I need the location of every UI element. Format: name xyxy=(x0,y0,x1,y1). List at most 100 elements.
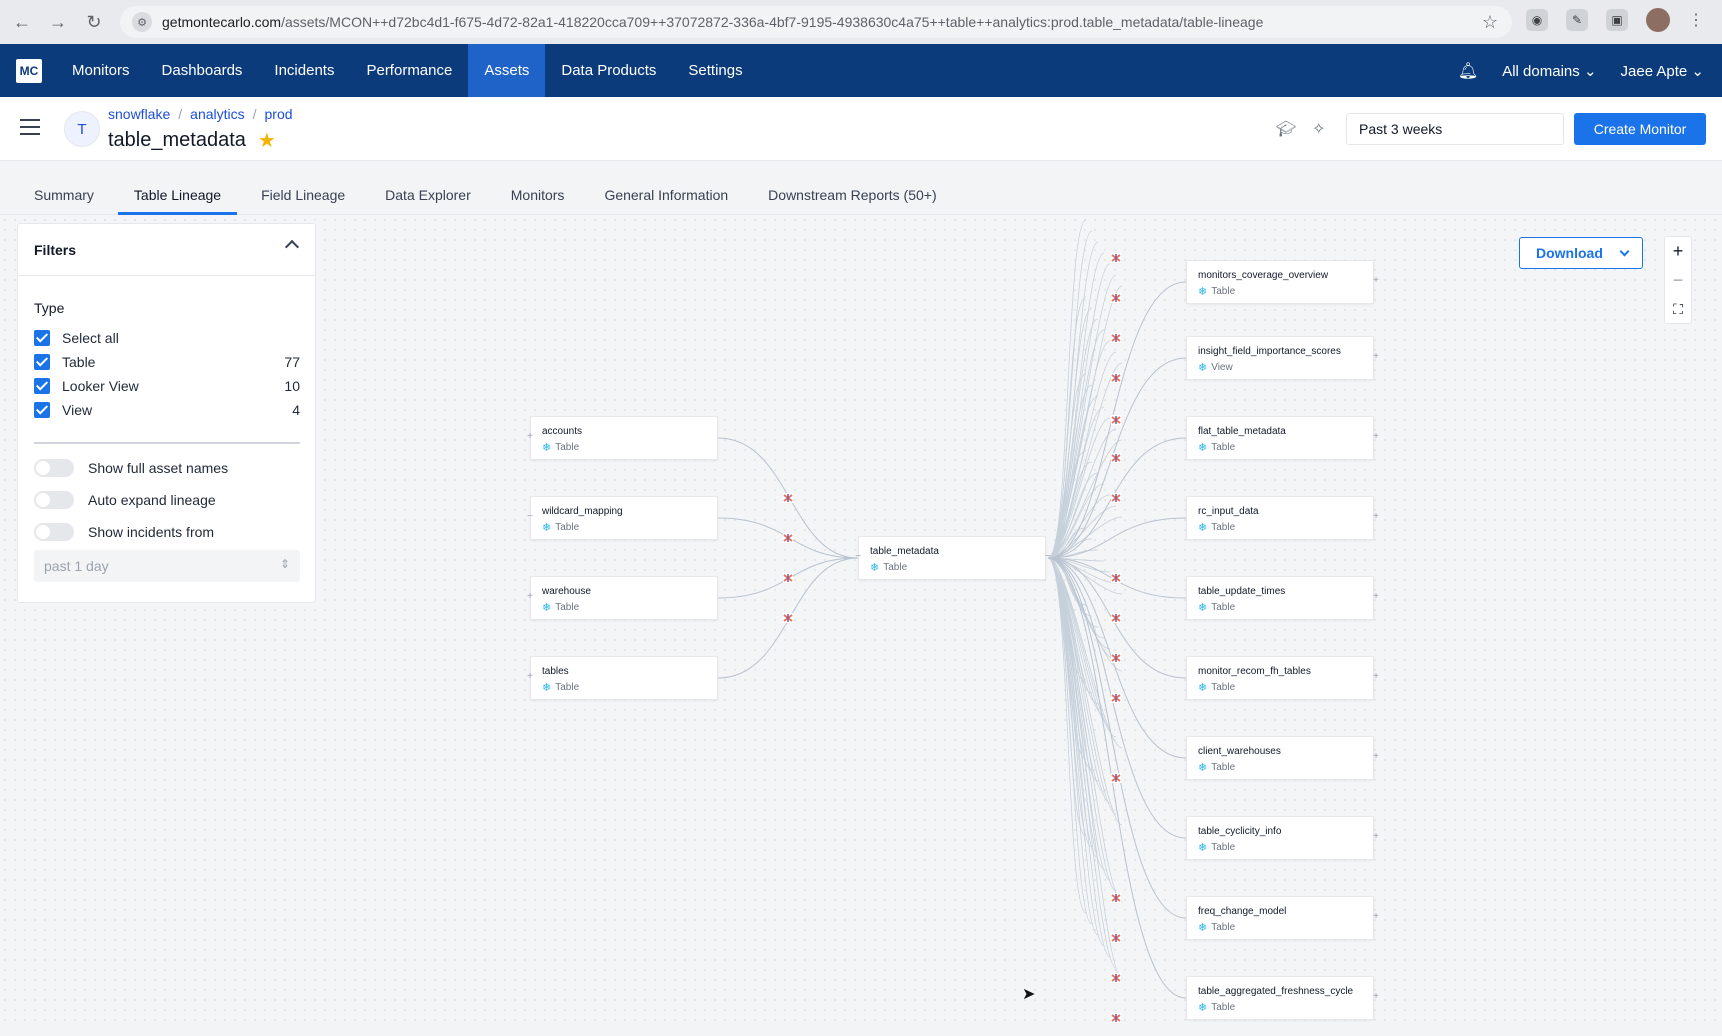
node-type: ❄ Table xyxy=(870,561,907,574)
lineage-edge xyxy=(1047,557,1123,980)
downstream-node[interactable]: + insight_field_importance_scores ❄ View xyxy=(1186,336,1379,380)
expand-plus-icon[interactable]: + xyxy=(1371,512,1381,522)
node-type: ❄ View xyxy=(1198,361,1233,374)
show-full-names-toggle[interactable] xyxy=(34,459,74,477)
downstream-node[interactable]: + table_cyclicity_info ❄ Table xyxy=(1186,816,1379,860)
downstream-node[interactable]: + rc_input_data ❄ Table xyxy=(1186,496,1379,540)
node-name: table_aggregated_freshness_cycle xyxy=(1198,986,1354,997)
dbt-icon xyxy=(1111,933,1121,943)
snowflake-icon: ❄ xyxy=(542,442,552,454)
node-type-label: Table xyxy=(1211,682,1236,693)
filter-looker-view[interactable]: Looker View 10 xyxy=(34,376,300,396)
select-arrows-icon: ⇕ xyxy=(279,557,290,571)
snowflake-icon: ❄ xyxy=(1198,842,1208,854)
lineage-edge xyxy=(1047,557,1105,793)
expand-plus-icon[interactable]: + xyxy=(1371,672,1381,682)
expand-plus-icon[interactable]: + xyxy=(1371,352,1381,362)
chevron-up-icon[interactable] xyxy=(284,239,300,255)
expand-plus-icon[interactable]: + xyxy=(1371,752,1381,762)
downstream-node[interactable]: + freq_change_model ❄ Table xyxy=(1186,896,1379,940)
checkbox-checked[interactable] xyxy=(34,378,50,394)
collapse-minus-icon[interactable]: − xyxy=(853,552,863,562)
node-name: client_warehouses xyxy=(1198,746,1281,757)
upstream-node[interactable]: + accounts ❄ Table xyxy=(527,416,718,460)
auto-expand-toggle[interactable] xyxy=(34,491,74,509)
downstream-node[interactable]: + monitor_recom_fh_tables ❄ Table xyxy=(1186,656,1379,700)
expand-plus-icon[interactable]: + xyxy=(1371,592,1381,602)
dbt-icon xyxy=(783,573,793,583)
fit-view-icon[interactable]: ⛶ xyxy=(1665,295,1691,324)
node-name: flat_table_metadata xyxy=(1198,426,1286,437)
show-incidents-toggle[interactable] xyxy=(34,523,74,541)
center-node[interactable]: − − table_metadata ❄ Table xyxy=(855,536,1051,580)
downstream-node[interactable]: + client_warehouses ❄ Table xyxy=(1186,736,1379,780)
expand-plus-icon[interactable]: + xyxy=(525,672,535,682)
dbt-icon xyxy=(1111,773,1121,783)
node-type: ❄ Table xyxy=(542,521,579,534)
dbt-icon xyxy=(1111,1013,1121,1023)
node-name: table_cyclicity_info xyxy=(1198,826,1282,837)
filter-count: 10 xyxy=(284,378,300,394)
snowflake-icon: ❄ xyxy=(542,602,552,614)
filter-view[interactable]: View 4 xyxy=(34,400,300,420)
incident-range-select[interactable]: past 1 day ⇕ xyxy=(34,550,300,582)
downstream-node[interactable]: + flat_table_metadata ❄ Table xyxy=(1186,416,1379,460)
node-type-label: Table xyxy=(555,602,580,613)
node-type-label: View xyxy=(1211,362,1233,373)
filter-select-all[interactable]: Select all xyxy=(34,328,300,348)
collapse-minus-icon[interactable]: − xyxy=(525,512,535,522)
snowflake-icon: ❄ xyxy=(542,682,552,694)
chevron-down-icon xyxy=(1619,246,1630,257)
expand-plus-icon[interactable]: + xyxy=(1371,912,1381,922)
dbt-icon xyxy=(783,613,793,623)
checkbox-checked[interactable] xyxy=(34,354,50,370)
upstream-node[interactable]: − wildcard_mapping ❄ Table xyxy=(527,496,718,540)
expand-plus-icon[interactable]: + xyxy=(1371,992,1381,1002)
upstream-node[interactable]: + warehouse ❄ Table xyxy=(527,576,718,620)
node-type: ❄ Table xyxy=(1198,1001,1235,1014)
filters-divider xyxy=(34,442,300,444)
expand-plus-icon[interactable]: + xyxy=(525,432,535,442)
dbt-icon xyxy=(1111,493,1121,503)
filters-header[interactable]: Filters xyxy=(18,224,315,276)
filter-count: 4 xyxy=(292,402,300,418)
node-type-label: Table xyxy=(1211,522,1236,533)
expand-plus-icon[interactable]: + xyxy=(1371,832,1381,842)
snowflake-icon: ❄ xyxy=(1198,682,1208,694)
node-type: ❄ Table xyxy=(1198,841,1235,854)
collapse-minus-icon[interactable]: − xyxy=(1043,552,1053,562)
filter-table[interactable]: Table 77 xyxy=(34,352,300,372)
lineage-edge xyxy=(1047,329,1105,559)
expand-plus-icon[interactable]: + xyxy=(525,592,535,602)
dbt-icon xyxy=(1111,333,1121,343)
dbt-icon xyxy=(1111,415,1121,425)
node-type: ❄ Table xyxy=(1198,761,1235,774)
zoom-controls: + − ⛶ xyxy=(1664,236,1692,324)
checkbox-checked[interactable] xyxy=(34,402,50,418)
toggle-row-auto-expand: Auto expand lineage xyxy=(34,490,216,510)
toggle-row-incidents: Show incidents from xyxy=(34,522,214,542)
dbt-icon xyxy=(1111,293,1121,303)
zoom-in-icon[interactable]: + xyxy=(1665,237,1691,266)
dbt-icon xyxy=(1111,613,1121,623)
download-button[interactable]: Download xyxy=(1519,237,1643,269)
filter-label: Looker View xyxy=(62,378,139,394)
filters-title: Filters xyxy=(34,241,77,258)
downstream-node[interactable]: + monitors_coverage_overview ❄ Table xyxy=(1186,260,1379,304)
checkbox-checked[interactable] xyxy=(34,330,50,346)
node-type: ❄ Table xyxy=(1198,285,1235,298)
node-name: monitor_recom_fh_tables xyxy=(1198,666,1311,677)
node-type: ❄ Table xyxy=(542,441,579,454)
node-type-label: Table xyxy=(1211,1002,1236,1013)
filters-panel: Filters Type Select all Table 77 Looker … xyxy=(17,223,316,603)
downstream-node[interactable]: + table_update_times ❄ Table xyxy=(1186,576,1379,620)
node-type-label: Table xyxy=(883,562,908,573)
type-label: Type xyxy=(34,300,65,316)
dbt-icon xyxy=(1111,653,1121,663)
downstream-node[interactable]: + table_aggregated_freshness_cycle ❄ Tabl… xyxy=(1186,976,1379,1020)
dbt-icon xyxy=(1111,253,1121,263)
expand-plus-icon[interactable]: + xyxy=(1371,432,1381,442)
zoom-out-icon[interactable]: − xyxy=(1665,266,1691,295)
upstream-node[interactable]: + tables ❄ Table xyxy=(527,656,718,700)
expand-plus-icon[interactable]: + xyxy=(1371,276,1381,286)
